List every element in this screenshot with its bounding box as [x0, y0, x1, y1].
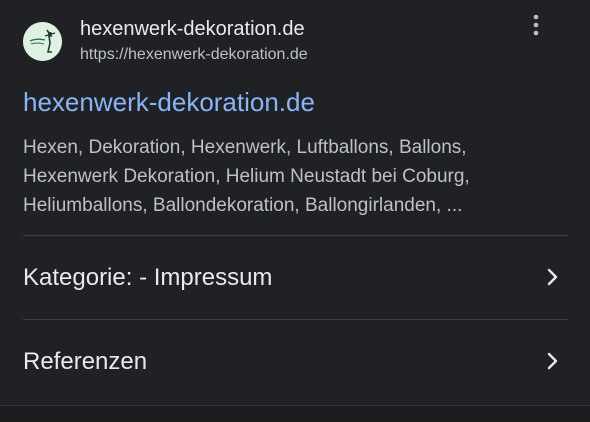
- result-source[interactable]: hexenwerk-dekoration.de https://hexenwer…: [23, 18, 590, 68]
- result-title-link[interactable]: hexenwerk-dekoration.de: [23, 86, 315, 118]
- site-name[interactable]: hexenwerk-dekoration.de: [80, 18, 305, 40]
- chevron-right-icon: [541, 350, 563, 372]
- sitelink-referenzen[interactable]: Referenzen: [0, 320, 590, 403]
- card-bottom-edge: [0, 405, 590, 422]
- hexenwerk-logo-icon: [23, 22, 62, 61]
- search-result-card: hexenwerk-dekoration.de https://hexenwer…: [0, 0, 590, 422]
- site-url[interactable]: https://hexenwerk-dekoration.de: [80, 46, 308, 64]
- result-snippet: Hexen, Dekoration, Hexenwerk, Luftballon…: [23, 137, 470, 216]
- chevron-right-icon: [541, 266, 563, 288]
- sitelink-impressum[interactable]: Kategorie: - Impressum: [0, 236, 590, 319]
- divider: [0, 405, 590, 406]
- sitelink-label: Kategorie: - Impressum: [23, 264, 273, 291]
- more-vert-icon[interactable]: [526, 14, 546, 36]
- sitelink-label: Referenzen: [23, 348, 148, 375]
